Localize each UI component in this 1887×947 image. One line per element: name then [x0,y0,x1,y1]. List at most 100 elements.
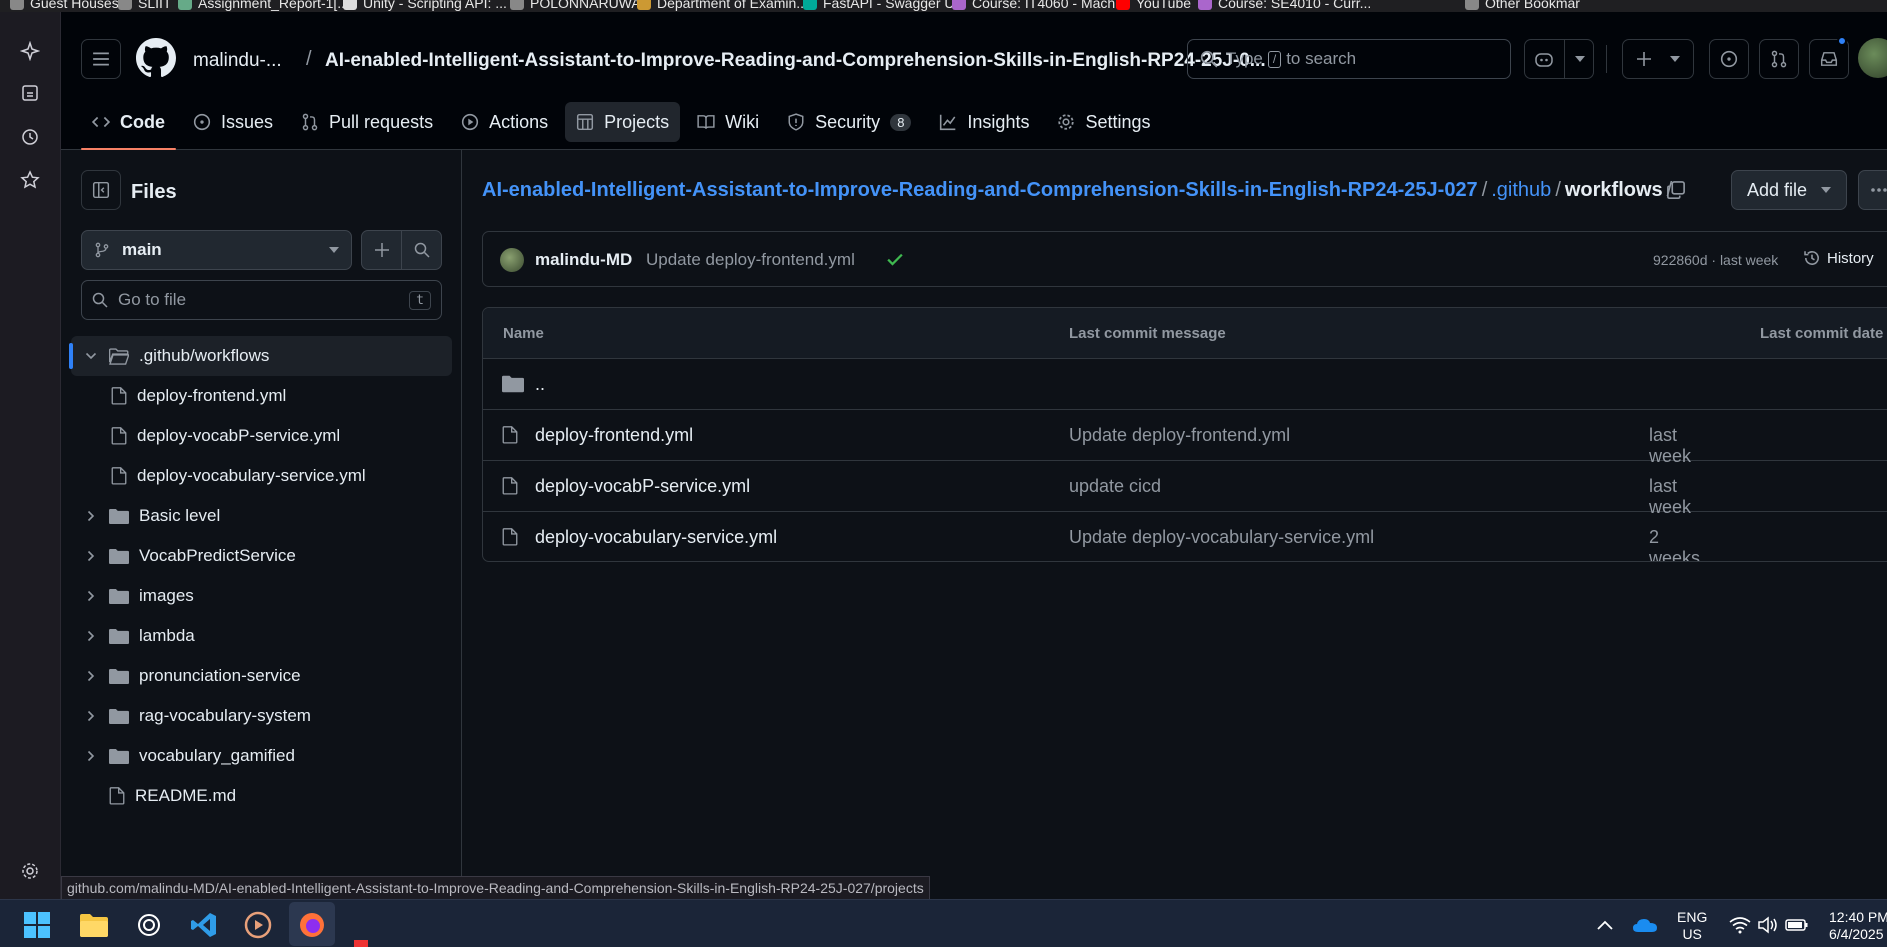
chevron-right-icon[interactable] [83,550,99,562]
breadcrumb-repo-link[interactable]: AI-enabled-Intelligent-Assistant-to-Impr… [482,179,1478,201]
bookmark-item[interactable]: Course: SE4010 - Curr... [1198,0,1371,11]
tree-folder-vocabulary-gamified[interactable]: vocabulary_gamified [71,736,452,776]
sidebar-panel-icon[interactable] [17,80,43,106]
wifi-icon[interactable] [1725,910,1755,940]
vscode-icon[interactable] [189,910,219,940]
avatar[interactable] [500,248,524,272]
volume-icon[interactable] [1753,910,1783,940]
parent-directory-row[interactable]: .. [483,359,1887,410]
bookmark-item[interactable]: POLONNARUWA [510,0,641,11]
repo-owner-link[interactable]: malindu-... [193,50,282,72]
bookmark-item[interactable]: Other Bookmar [1465,0,1580,11]
windows-start-icon[interactable] [22,910,52,940]
more-options-button[interactable] [1858,170,1887,210]
your-issues-button[interactable] [1709,39,1749,79]
bookmark-item[interactable]: Assignment_Report-1[... [178,0,349,11]
tree-file-deploy-vocabulary-service-yml[interactable]: deploy-vocabulary-service.yml [71,456,452,496]
tab-wiki[interactable]: Wiki [686,102,770,142]
history-button[interactable]: History [1803,249,1874,267]
folder-icon [109,748,129,765]
onedrive-cloud-icon[interactable] [1630,910,1660,940]
inbox-icon [1820,52,1838,66]
bookmark-favicon-icon [637,0,651,10]
file-name-link[interactable]: deploy-vocabP-service.yml [535,476,750,497]
check-icon[interactable] [885,249,905,274]
parent-directory-link[interactable]: .. [535,374,545,395]
browser-settings-gear-icon[interactable] [17,858,43,884]
tree-item-label: vocabulary_gamified [139,746,295,765]
tree-folder-vocabpredictservice[interactable]: VocabPredictService [71,536,452,576]
search-input[interactable]: Type / to search [1187,39,1511,79]
breadcrumb-github-link[interactable]: .github [1491,179,1551,201]
bookmark-label: Assignment_Report-1[... [198,0,349,11]
collapse-file-tree-button[interactable] [81,170,121,210]
copilot-button[interactable] [1524,39,1594,79]
bookmark-item[interactable]: Unity - Scripting API: ... [343,0,507,11]
file-explorer-icon[interactable] [79,910,109,940]
tree-file-readme-md[interactable]: README.md [71,776,452,816]
bookmark-item[interactable]: YouTube [1116,0,1191,11]
chevron-right-icon[interactable] [83,750,99,762]
tab-pull-requests[interactable]: Pull requests [290,102,444,142]
file-name-link[interactable]: deploy-frontend.yml [535,425,693,446]
copy-path-icon[interactable] [1666,180,1686,205]
chevron-right-icon[interactable] [83,630,99,642]
tab-projects[interactable]: Projects [565,102,681,142]
battery-icon[interactable] [1782,910,1812,940]
input-language[interactable]: ENG US [1677,909,1707,943]
tab-settings[interactable]: Settings [1046,102,1161,142]
commit-hash-time[interactable]: 922860d · last week [1653,252,1778,268]
go-to-file-input[interactable]: Go to file t [81,280,442,320]
commit-message-link[interactable]: Update deploy-frontend.yml [1069,425,1290,446]
create-new-button[interactable] [1622,39,1694,79]
your-pull-requests-button[interactable] [1759,39,1799,79]
bookmark-star-icon[interactable] [17,167,43,193]
branch-selector[interactable]: main [81,230,352,270]
tree-folder-github-workflows[interactable]: .github/workflows [69,336,452,376]
tree-file-deploy-frontend-yml[interactable]: deploy-frontend.yml [71,376,452,416]
bookmark-item[interactable]: Course: IT4060 - Mach... [952,0,1127,11]
tab-actions[interactable]: Actions [450,102,559,142]
tab-security[interactable]: Security 8 [776,102,922,142]
history-clock-icon[interactable] [17,124,43,150]
add-file-button[interactable] [362,231,402,269]
bookmark-favicon-icon [1465,0,1479,10]
avatar[interactable] [1858,38,1887,78]
pull-request-icon [1771,50,1787,68]
tab-issues[interactable]: Issues [182,102,284,142]
chevron-right-icon[interactable] [83,510,99,522]
tree-folder-lambda[interactable]: lambda [71,616,452,656]
tree-folder-images[interactable]: images [71,576,452,616]
tab-code[interactable]: Code [81,102,176,150]
bookmark-item[interactable]: FastAPI - Swagger UI [803,0,958,11]
kebab-horizontal-icon [1871,188,1887,192]
chevron-down-icon[interactable] [83,352,99,360]
chevron-right-icon[interactable] [83,710,99,722]
bookmark-item[interactable]: SLIIT [118,0,171,11]
bookmark-item[interactable]: Department of Examin... [637,0,808,11]
firefox-icon[interactable] [297,910,327,940]
commit-message-link[interactable]: Update deploy-vocabulary-service.yml [1069,527,1374,548]
clock[interactable]: 12:40 PM 6/4/2025 [1829,909,1887,943]
commit-message-link[interactable]: Update deploy-frontend.yml [646,250,855,270]
file-name-link[interactable]: deploy-vocabulary-service.yml [535,527,777,548]
repo-name-link[interactable]: AI-enabled-Intelligent-Assistant-to-Impr… [325,50,1266,72]
tree-folder-basic-level[interactable]: Basic level [71,496,452,536]
chevron-right-icon[interactable] [83,590,99,602]
commit-author-link[interactable]: malindu-MD [535,250,632,270]
media-player-icon[interactable] [243,910,273,940]
search-files-button[interactable] [402,231,441,269]
tab-insights[interactable]: Insights [928,102,1040,142]
chatgpt-icon[interactable] [134,910,164,940]
chevron-right-icon[interactable] [83,670,99,682]
github-logo-icon[interactable] [136,38,176,78]
chevron-up-icon[interactable] [1590,910,1620,940]
tree-folder-pronunciation-service[interactable]: pronunciation-service [71,656,452,696]
ai-sparkle-icon[interactable] [17,38,43,64]
bookmark-item[interactable]: Guest Houses [10,0,119,11]
tree-folder-rag-vocabulary-system[interactable]: rag-vocabulary-system [71,696,452,736]
tree-file-deploy-vocabp-service-yml[interactable]: deploy-vocabP-service.yml [71,416,452,456]
menu-button[interactable] [81,39,121,79]
commit-message-link[interactable]: update cicd [1069,476,1161,497]
add-file-dropdown-button[interactable]: Add file [1731,170,1847,210]
